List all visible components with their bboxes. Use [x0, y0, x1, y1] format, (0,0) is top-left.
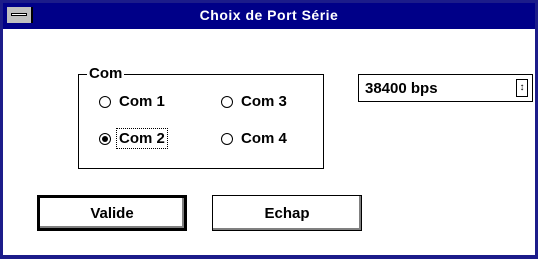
radio-unchecked-icon	[99, 95, 111, 108]
dropdown-arrow-icon[interactable]: ↕	[516, 79, 528, 97]
baud-rate-select[interactable]: 38400 bps ↕	[358, 74, 533, 102]
radio-com1[interactable]: Com 1	[99, 92, 167, 111]
com-port-group	[78, 74, 324, 169]
baud-rate-value: 38400 bps	[365, 80, 438, 97]
com-group-label: Com	[87, 65, 125, 82]
window-title: Choix de Port Série	[199, 7, 339, 23]
valide-button[interactable]: Valide	[37, 195, 187, 231]
radio-com3[interactable]: Com 3	[221, 92, 289, 111]
radio-com4[interactable]: Com 4	[221, 129, 289, 148]
radio-com2[interactable]: Com 2	[99, 128, 168, 149]
dialog-window: Choix de Port Série Com Com 1 Com 2 Com …	[0, 0, 538, 259]
window-bottom-border	[3, 255, 535, 259]
radio-unchecked-icon	[221, 132, 233, 145]
radio-com4-label: Com 4	[241, 130, 287, 147]
echap-button-label: Echap	[264, 204, 310, 222]
radio-com2-label: Com 2	[116, 128, 168, 149]
radio-com3-label: Com 3	[241, 93, 287, 110]
valide-button-label: Valide	[90, 204, 134, 222]
radio-checked-icon	[99, 132, 111, 145]
echap-button[interactable]: Echap	[212, 195, 362, 231]
radio-com1-label: Com 1	[119, 93, 165, 110]
title-bar[interactable]: Choix de Port Série	[3, 3, 535, 29]
radio-unchecked-icon	[221, 95, 233, 108]
